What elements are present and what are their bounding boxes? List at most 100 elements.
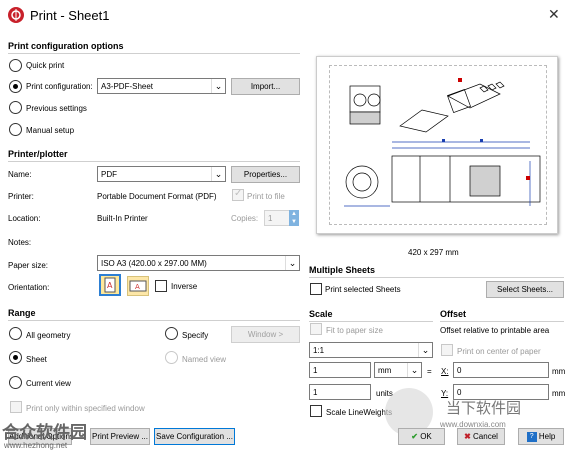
preview-drawing: [344, 78, 541, 207]
named-view-radio[interactable]: [165, 351, 178, 364]
help-button[interactable]: ? Help: [518, 428, 564, 445]
offset-y-unit: mm: [552, 389, 566, 398]
scale-divider: [309, 321, 433, 322]
inverse-checkbox[interactable]: [155, 280, 167, 292]
scale-value1-input[interactable]: 1: [309, 362, 371, 378]
ok-label: OK: [420, 432, 432, 441]
cancel-button[interactable]: ✖ Cancel: [457, 428, 505, 445]
app-logo-icon: [8, 7, 24, 23]
scale-unit-select[interactable]: mm ⌄: [374, 362, 422, 378]
help-label: Help: [538, 432, 556, 441]
offset-divider: [440, 321, 564, 322]
current-view-label: Current view: [26, 379, 71, 388]
print-configuration-radio[interactable]: [9, 80, 22, 93]
import-button[interactable]: Import...: [231, 78, 300, 95]
watermark-right-text: 当下软件园: [446, 400, 522, 417]
copies-input[interactable]: 1: [264, 210, 290, 226]
fit-to-paper-checkbox[interactable]: [310, 323, 322, 335]
chevron-down-icon: ⌄: [211, 167, 225, 181]
printer-name-select[interactable]: PDF ⌄: [97, 166, 226, 182]
range-heading: Range: [8, 308, 36, 318]
print-configuration-value: A3-PDF-Sheet: [101, 82, 154, 91]
save-configuration-button[interactable]: Save Configuration ...: [154, 428, 235, 445]
preview-size-text: 420 x 297 mm: [408, 248, 459, 257]
offset-x-value: 0: [457, 366, 462, 375]
watermark-left-text: 合众软件园: [2, 423, 87, 442]
scale-ratio-value: 1:1: [313, 346, 325, 355]
scale-ratio-select[interactable]: 1:1 ⌄: [309, 342, 433, 358]
location-value: Built-In Printer: [97, 214, 148, 223]
config-heading: Print configuration options: [8, 41, 124, 51]
name-label: Name:: [8, 170, 32, 179]
offset-x-input[interactable]: 0: [453, 362, 549, 378]
all-geometry-label: All geometry: [26, 331, 71, 340]
close-icon[interactable]: ✕: [548, 6, 560, 23]
scale-value2-input[interactable]: 1: [309, 384, 371, 400]
previous-settings-radio[interactable]: [9, 101, 22, 114]
offset-y-value: 0: [457, 388, 462, 397]
sheet-radio[interactable]: [9, 351, 22, 364]
print-configuration-label: Print configuration:: [26, 82, 93, 91]
svg-text:A: A: [135, 283, 140, 291]
all-geometry-radio[interactable]: [9, 327, 22, 340]
select-sheets-button[interactable]: Select Sheets...: [486, 281, 564, 298]
paper-size-label: Paper size:: [8, 261, 49, 270]
print-selected-sheets-checkbox[interactable]: [310, 283, 322, 295]
location-label: Location:: [8, 214, 41, 223]
copies-label: Copies:: [231, 214, 259, 223]
printer-label: Printer:: [8, 192, 34, 201]
chevron-down-icon: ⌄: [211, 79, 225, 93]
print-configuration-select[interactable]: A3-PDF-Sheet ⌄: [97, 78, 226, 94]
multiple-sheets-heading: Multiple Sheets: [309, 265, 376, 275]
landscape-orientation-icon[interactable]: A: [127, 276, 149, 296]
quick-print-radio[interactable]: [9, 59, 22, 72]
printer-value: Portable Document Format (PDF): [97, 192, 217, 201]
range-divider: [8, 320, 300, 321]
inverse-label: Inverse: [171, 282, 198, 291]
paper-size-value: ISO A3 (420.00 x 297.00 MM): [101, 259, 207, 268]
chevron-down-icon: ⌄: [285, 256, 299, 270]
window-title: Print - Sheet1: [30, 8, 110, 23]
print-to-file-label: Print to file: [247, 192, 285, 201]
scale-value2: 1: [313, 388, 318, 397]
cancel-x-icon: ✖: [464, 432, 471, 441]
sheet-label: Sheet: [26, 355, 47, 364]
copies-spinner[interactable]: ▲ ▼: [289, 210, 299, 226]
multiple-sheets-divider: [309, 277, 564, 278]
chevron-down-icon: ⌄: [407, 363, 421, 377]
equals-sign: =: [427, 367, 432, 376]
printer-divider: [8, 161, 300, 162]
print-to-file-checkbox[interactable]: [232, 188, 244, 201]
properties-button[interactable]: Properties...: [231, 166, 300, 183]
orientation-label: Orientation:: [8, 283, 50, 292]
quick-print-label: Quick print: [26, 61, 65, 70]
help-icon: ?: [526, 431, 537, 442]
print-center-checkbox[interactable]: [441, 344, 453, 356]
printer-heading: Printer/plotter: [8, 149, 68, 159]
cancel-label: Cancel: [473, 432, 498, 441]
copies-value: 1: [268, 214, 273, 223]
window-button[interactable]: Window >: [231, 326, 300, 343]
scale-lineweights-checkbox[interactable]: [310, 405, 322, 417]
scale-lineweights-label: Scale LineWeights: [326, 408, 393, 417]
preview-page-border: [329, 65, 547, 225]
ok-button[interactable]: ✔ OK: [398, 428, 445, 445]
check-icon: ✔: [411, 432, 418, 441]
offset-heading: Offset: [440, 309, 467, 319]
paper-size-select[interactable]: ISO A3 (420.00 x 297.00 MM) ⌄: [97, 255, 300, 271]
specify-label: Specify: [182, 331, 209, 340]
scale-unit-value: mm: [378, 366, 392, 375]
current-view-radio[interactable]: [9, 376, 22, 389]
print-only-window-checkbox[interactable]: [10, 401, 22, 413]
print-only-window-label: Print only within specified window: [26, 404, 145, 413]
portrait-orientation-icon[interactable]: A: [99, 274, 121, 296]
specify-radio[interactable]: [165, 327, 178, 340]
manual-setup-radio[interactable]: [9, 123, 22, 136]
config-divider: [8, 53, 300, 54]
offset-relative-label: Offset relative to printable area: [440, 326, 550, 335]
watermark-left-url: www.hezhong.net: [4, 441, 68, 450]
offset-x-label: X:: [441, 367, 449, 376]
print-preview-button[interactable]: Print Preview ...: [90, 428, 150, 445]
svg-text:A: A: [107, 281, 113, 290]
printer-name-value: PDF: [101, 170, 117, 179]
